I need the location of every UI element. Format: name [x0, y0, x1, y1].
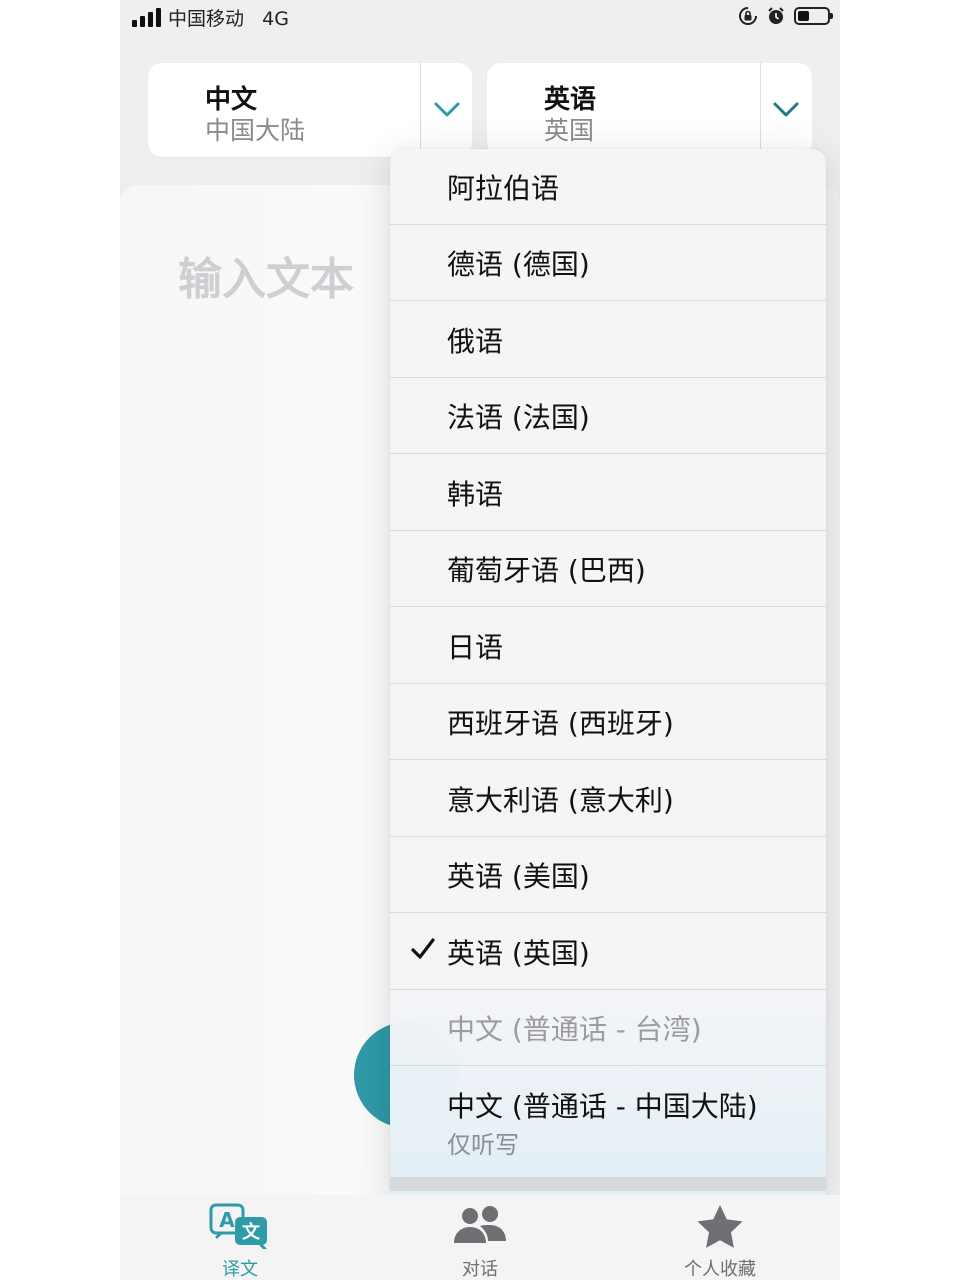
target-selector-divider [760, 63, 761, 157]
language-option-portuguese[interactable]: 葡萄牙语 (巴西) [390, 531, 826, 607]
language-option-label: 中文 (普通话 - 中国大陆) [447, 1090, 758, 1123]
status-icons [738, 6, 833, 26]
language-option-chinese-taiwan: 中文 (普通话 - 台湾) [390, 990, 826, 1066]
language-option-japanese[interactable]: 日语 [390, 608, 826, 684]
language-option-label: 意大利语 (意大利) [447, 784, 674, 817]
language-option-label: 日语 [447, 631, 504, 664]
battery-level [798, 11, 809, 21]
language-option-sublabel: 仅听写 [447, 1131, 519, 1159]
signal-strength-icon [132, 8, 161, 27]
svg-text:A: A [219, 1208, 235, 1232]
language-option-chinese-mainland[interactable]: 中文 (普通话 - 中国大陆) 仅听写 [390, 1067, 826, 1177]
target-language-selector[interactable]: 英语 英国 [487, 63, 812, 157]
language-option-french[interactable]: 法语 (法国) [390, 378, 826, 454]
translate-icon: A 文 [209, 1203, 267, 1249]
tab-favorites[interactable]: 个人收藏 [660, 1203, 780, 1280]
language-option-label: 法语 (法国) [447, 401, 590, 434]
language-option-arabic[interactable]: 阿拉伯语 [390, 149, 826, 225]
target-language-region: 英国 [544, 116, 595, 145]
checkmark-icon [411, 938, 435, 959]
phone-screen: 中国移动 4G 中文 中国大陆 英语 英国 输入文本 阿拉伯语 德语 (德国) … [120, 0, 840, 1280]
language-option-label: 葡萄牙语 (巴西) [447, 554, 646, 587]
source-language-selector[interactable]: 中文 中国大陆 [148, 63, 472, 157]
language-option-korean[interactable]: 韩语 [390, 455, 826, 531]
language-option-russian[interactable]: 俄语 [390, 302, 826, 378]
star-icon [697, 1205, 743, 1248]
alarm-icon [768, 7, 784, 24]
language-option-german[interactable]: 德语 (德国) [390, 225, 826, 301]
input-placeholder[interactable]: 输入文本 [178, 243, 354, 307]
language-option-label: 英语 (英国) [447, 937, 590, 970]
people-icon [454, 1206, 506, 1243]
tab-bar: A 文 译文 对话 个人收藏 [120, 1195, 840, 1280]
tab-translation[interactable]: A 文 译文 [180, 1203, 300, 1280]
dropdown-scroll-edge [390, 1177, 826, 1191]
source-language-region: 中国大陆 [205, 116, 306, 145]
status-bar: 中国移动 4G [120, 0, 840, 36]
battery-icon [794, 7, 833, 25]
network-type: 4G [262, 8, 289, 30]
language-option-label: 阿拉伯语 [447, 172, 560, 205]
language-option-label: 德语 (德国) [447, 248, 590, 281]
language-option-italian[interactable]: 意大利语 (意大利) [390, 761, 826, 837]
language-option-label: 中文 (普通话 - 台湾) [447, 1013, 702, 1046]
tab-conversation[interactable]: 对话 [420, 1203, 540, 1280]
language-option-english-uk[interactable]: 英语 (英国) [390, 914, 826, 990]
source-selector-divider [420, 63, 421, 157]
language-dropdown-menu: 阿拉伯语 德语 (德国) 俄语 法语 (法国) 韩语 葡萄牙语 (巴西) 日语 … [390, 149, 826, 1209]
language-option-label: 英语 (美国) [447, 860, 590, 893]
tab-favorites-label: 个人收藏 [684, 1259, 756, 1280]
language-option-label: 韩语 [447, 478, 504, 511]
rotation-lock-icon [739, 7, 757, 25]
tab-conversation-label: 对话 [462, 1259, 498, 1280]
language-option-label: 俄语 [447, 325, 504, 358]
tab-translation-label: 译文 [222, 1259, 258, 1280]
language-option-label: 西班牙语 (西班牙) [447, 707, 674, 740]
chevron-down-icon[interactable] [770, 93, 802, 125]
language-option-spanish[interactable]: 西班牙语 (西班牙) [390, 684, 826, 760]
svg-text:文: 文 [242, 1221, 261, 1243]
chevron-down-icon[interactable] [431, 93, 463, 125]
carrier-info: 中国移动 4G [168, 4, 289, 31]
language-option-english-us[interactable]: 英语 (美国) [390, 837, 826, 913]
carrier-name: 中国移动 [168, 8, 245, 30]
